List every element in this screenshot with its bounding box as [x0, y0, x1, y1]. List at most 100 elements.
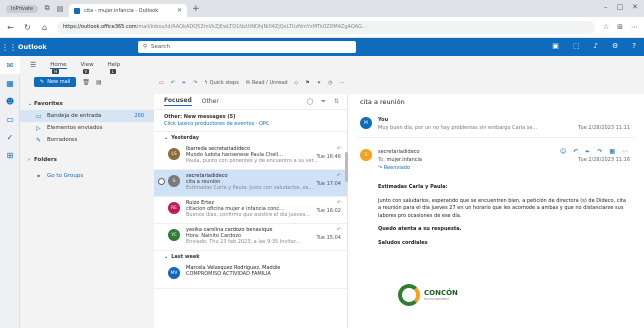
- read-unread-button[interactable]: ✉ Read / Unread: [246, 80, 288, 86]
- gear-icon[interactable]: ⚙: [612, 42, 618, 50]
- back-icon[interactable]: ←: [6, 23, 15, 32]
- group-last-week-label: Last week: [171, 253, 200, 260]
- thread-message-collapsed[interactable]: M You Muy buen día, por un no hay proble…: [356, 112, 636, 138]
- settings-more-icon[interactable]: ⋯: [631, 23, 638, 31]
- tab-actions-icon[interactable]: ▤: [56, 5, 64, 13]
- message-body: Estimadas Carla y Paula: Junto con salud…: [378, 184, 628, 253]
- quick-steps-button[interactable]: ϟ Quick steps: [204, 80, 238, 86]
- collections-icon[interactable]: ⊞: [617, 23, 623, 31]
- url-host: https://outlook.office365.com: [63, 24, 137, 30]
- favorites-header[interactable]: ⌄ Favorites: [20, 98, 154, 110]
- tab-other[interactable]: Other: [202, 98, 219, 105]
- app-rail: ✉ ▦ ☻ ▭ ✓ ⊞: [0, 56, 20, 328]
- more-icon[interactable]: ⋯: [622, 148, 628, 155]
- new-tab-icon[interactable]: +: [192, 4, 200, 14]
- move-icon[interactable]: ▭: [159, 80, 164, 86]
- more-actions-icon[interactable]: ⋯: [339, 80, 344, 86]
- avatar: S: [360, 149, 372, 161]
- folders-label: Folders: [34, 157, 57, 163]
- list-item[interactable]: LS lbarreda secretariadideco Mundo ludot…: [154, 143, 347, 170]
- inbox-unread-count: 200: [134, 113, 144, 119]
- new-mail-button[interactable]: ✎ New mail: [34, 77, 77, 87]
- outlook-favicon-icon: [74, 7, 81, 14]
- other-notice-senders: Click Lexico productores de eventos · OP…: [164, 121, 270, 127]
- inprivate-badge[interactable]: InPrivate: [6, 4, 39, 13]
- tab-help[interactable]: Help L: [108, 62, 120, 74]
- reply-icon[interactable]: ↶: [337, 227, 341, 233]
- mail-icon[interactable]: ✉: [0, 56, 20, 74]
- other-notice[interactable]: Other: New messages (5) Click Lexico pro…: [154, 110, 347, 132]
- outlook-header: ⋮⋮ Outlook ⚲ Search ▣ ⬚ ♪ ⚙ ?: [0, 38, 644, 56]
- ribbon: ☰ Home H View V Help L ✎ New mail 🗑 ▤: [20, 56, 644, 94]
- list-item[interactable]: YC yesika carolina cardozo benavique Hor…: [154, 224, 347, 251]
- reply-icon[interactable]: ↶: [573, 148, 578, 155]
- select-radio[interactable]: [158, 178, 165, 185]
- app-launcher-icon[interactable]: ⋮⋮: [0, 43, 18, 52]
- home-icon[interactable]: ⌂: [40, 23, 49, 32]
- close-window-icon[interactable]: ✕: [632, 3, 638, 11]
- search-box[interactable]: ⚲ Search: [138, 41, 356, 53]
- reply-all-icon[interactable]: ↞: [585, 148, 590, 155]
- sort-icon[interactable]: ⇅: [334, 98, 339, 106]
- quick-steps-label: Quick steps: [209, 80, 239, 86]
- favorite-star-icon[interactable]: ☆: [603, 23, 609, 31]
- minimize-icon[interactable]: –: [604, 3, 608, 11]
- reply-icon[interactable]: ↶: [171, 80, 175, 86]
- clock-icon[interactable]: ◷: [328, 80, 332, 86]
- folder-drafts[interactable]: ✎ Borradores: [20, 134, 154, 146]
- folder-sent[interactable]: ▷ Elementos enviados: [20, 122, 154, 134]
- message-time: Tue 16:02: [316, 208, 341, 214]
- go-to-groups-link[interactable]: ⚭ Go to Groups: [20, 170, 154, 182]
- files-icon[interactable]: ▭: [0, 110, 20, 128]
- list-item-selected[interactable]: S secretariadideco cita a reunión Estima…: [154, 170, 347, 197]
- tab-focused[interactable]: Focused: [164, 97, 192, 106]
- tag-icon[interactable]: ◇: [295, 80, 299, 86]
- message-to[interactable]: mujer.infancia: [387, 157, 422, 163]
- url-field[interactable]: https://outlook.office365.com /mail/inbo…: [57, 20, 595, 34]
- group-last-week[interactable]: ⌄ Last week: [154, 251, 347, 262]
- browser-tab[interactable]: cita - mujer.infancia - Outlook ✕: [69, 4, 188, 17]
- body-signoff: Saludos cordiales: [378, 239, 428, 246]
- list-item[interactable]: MV Marcela Velasquez Rodriguez, Maddie C…: [154, 262, 347, 289]
- teams-icon[interactable]: ⬚: [573, 42, 580, 50]
- tab-home[interactable]: Home H: [50, 62, 67, 74]
- reply-icon[interactable]: ↶: [337, 173, 341, 179]
- todo-icon[interactable]: ✓: [0, 128, 20, 146]
- tab-view[interactable]: View V: [81, 62, 94, 74]
- select-icon[interactable]: ◯: [306, 98, 313, 106]
- reply-all-icon[interactable]: ↞: [182, 80, 186, 86]
- forwarded-label: Reenviado: [383, 165, 411, 171]
- reply-icon[interactable]: ↶: [337, 200, 341, 206]
- close-tab-icon[interactable]: ✕: [177, 7, 182, 14]
- list-item[interactable]: RE Ruizo Ertez citacion oficina mujer e …: [154, 197, 347, 224]
- refresh-icon[interactable]: ↻: [23, 23, 32, 32]
- message-from[interactable]: secretariadideco: [378, 148, 422, 156]
- maximize-icon[interactable]: □: [617, 3, 624, 11]
- emoji-icon[interactable]: ☺: [560, 148, 566, 155]
- message-toolbar: ▭ ↶ ↞ ↷ ϟ Quick steps ✉ Read / Unread ◇ …: [159, 80, 344, 86]
- collapse-pane-icon[interactable]: ☰: [30, 61, 36, 69]
- calendar-icon[interactable]: ▦: [0, 74, 20, 92]
- forward-icon[interactable]: ↷: [193, 80, 197, 86]
- outlook-brand[interactable]: Outlook: [18, 43, 138, 51]
- bell-icon[interactable]: ♪: [594, 42, 598, 50]
- filter-icon[interactable]: ⏷: [321, 98, 326, 106]
- apps-icon[interactable]: ▦: [609, 148, 615, 155]
- forward-icon[interactable]: ↷: [597, 148, 602, 155]
- group-yesterday[interactable]: ⌄ Yesterday: [154, 132, 347, 143]
- delete-icon[interactable]: 🗑: [82, 79, 90, 86]
- flag-icon[interactable]: ⚑: [305, 80, 309, 86]
- message-time: Tue 17:04: [316, 181, 341, 187]
- body-paragraph: Junto con saludarlos, esperando que se e…: [378, 197, 626, 219]
- pin-icon[interactable]: ✦: [317, 80, 321, 86]
- meet-now-icon[interactable]: ▣: [552, 42, 559, 50]
- folder-inbox[interactable]: ▭ Bandeja de entrada 200: [20, 110, 154, 122]
- workspaces-icon[interactable]: ⧉: [43, 4, 51, 13]
- more-apps-icon[interactable]: ⊞: [0, 146, 20, 164]
- folders-header[interactable]: › Folders: [20, 154, 154, 166]
- people-icon[interactable]: ☻: [0, 92, 20, 110]
- help-icon[interactable]: ?: [632, 42, 636, 50]
- reply-icon[interactable]: ↶: [337, 146, 341, 152]
- message-date: Tue 2/28/2023 11:16: [578, 157, 630, 163]
- archive-icon[interactable]: ▤: [96, 79, 102, 86]
